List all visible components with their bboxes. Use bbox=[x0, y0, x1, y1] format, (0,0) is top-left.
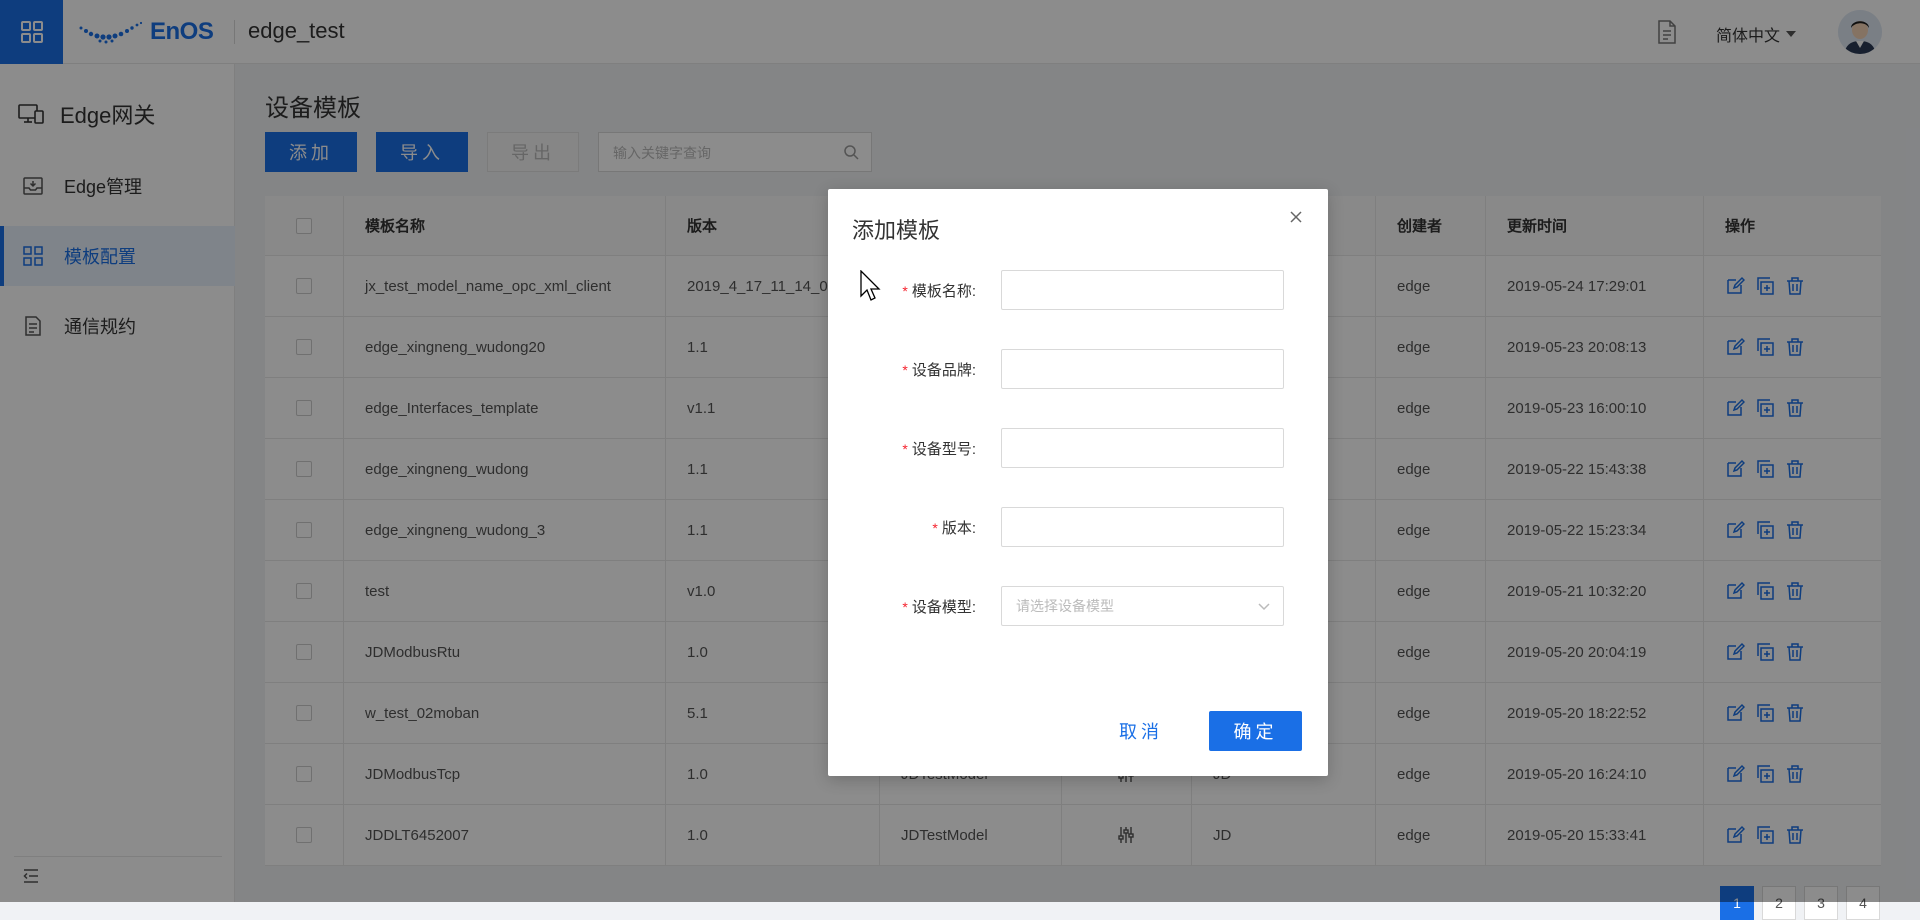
confirm-button[interactable]: 确定 bbox=[1209, 711, 1302, 751]
mouse-cursor-icon bbox=[860, 270, 881, 301]
label-text: 模板名称: bbox=[911, 283, 976, 300]
close-icon[interactable] bbox=[1288, 209, 1304, 225]
device-type-input[interactable] bbox=[1001, 428, 1284, 468]
add-template-dialog: 添加模板 * 模板名称: * 设备品牌: * 设备型号: * 版本: * 设备模型: 请选… bbox=[828, 189, 1328, 776]
template-name-label: * 模板名称: bbox=[902, 283, 976, 300]
label-text: 设备型号: bbox=[911, 441, 976, 458]
device-model-select[interactable]: 请选择设备模型 bbox=[1001, 586, 1284, 626]
label-text: 设备品牌: bbox=[911, 362, 976, 379]
cancel-button[interactable]: 取消 bbox=[1106, 711, 1176, 751]
device-model-label: * 设备模型: bbox=[902, 599, 976, 616]
brand-label: * 设备品牌: bbox=[902, 362, 976, 379]
label-text: 设备模型: bbox=[911, 599, 976, 616]
device-type-label: * 设备型号: bbox=[902, 441, 976, 458]
chevron-down-icon bbox=[1258, 603, 1270, 611]
dialog-title: 添加模板 bbox=[852, 218, 941, 243]
version-label: * 版本: bbox=[932, 520, 976, 537]
brand-input[interactable] bbox=[1001, 349, 1284, 389]
label-text: 版本: bbox=[941, 520, 976, 537]
template-name-input[interactable] bbox=[1001, 270, 1284, 310]
select-placeholder: 请选择设备模型 bbox=[1016, 598, 1114, 614]
version-input[interactable] bbox=[1001, 507, 1284, 547]
